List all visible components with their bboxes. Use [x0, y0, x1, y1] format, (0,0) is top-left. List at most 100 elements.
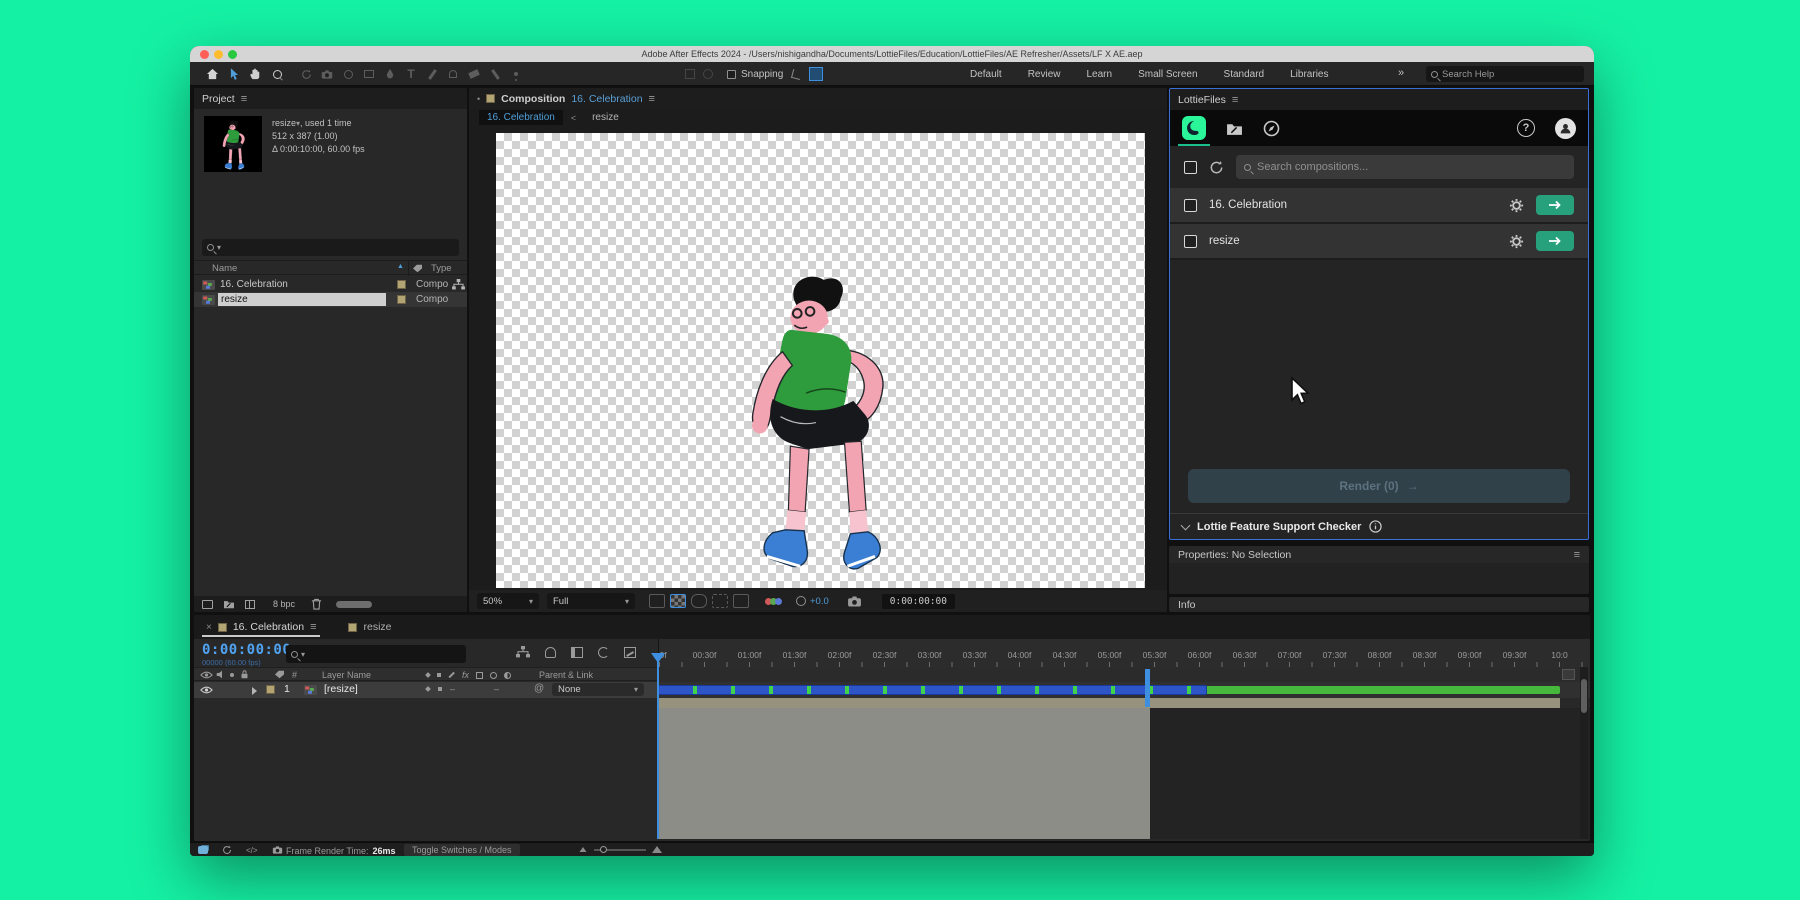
layer-shy-switch[interactable] [425, 686, 431, 692]
pen-tool-icon[interactable] [382, 66, 398, 82]
snap-grid-icon[interactable] [808, 66, 824, 82]
layer-eye-icon[interactable] [200, 686, 213, 694]
chevron-down-icon[interactable] [1181, 520, 1191, 530]
frame-blending-icon[interactable] [571, 647, 583, 658]
label-color-swatch[interactable] [397, 280, 406, 289]
work-area-end-handle[interactable] [1145, 669, 1150, 707]
panel-menu-icon[interactable]: ≡ [649, 93, 655, 105]
graph-editor-icon[interactable] [624, 647, 636, 658]
transparency-grid-icon[interactable] [670, 594, 686, 608]
zoom-tool-icon[interactable] [269, 66, 285, 82]
puppet-pin-tool-icon[interactable] [508, 66, 524, 82]
shape-tool-icon[interactable] [361, 66, 377, 82]
selected-layer-bar[interactable] [658, 685, 1207, 695]
rename-field[interactable]: resize [218, 293, 386, 306]
timeline-vertical-scrollbar[interactable] [1580, 667, 1588, 839]
audio-column-icon[interactable] [216, 670, 225, 679]
comp-marker-bin-button[interactable] [1562, 669, 1575, 680]
project-row-resize[interactable]: resize Compo [194, 292, 467, 307]
compositions-search-box[interactable] [1236, 155, 1574, 179]
workspace-item[interactable]: Small Screen [1138, 69, 1197, 80]
zoom-window-button[interactable] [228, 50, 237, 59]
feature-support-checker-row[interactable]: Lottie Feature Support Checker [1170, 513, 1588, 539]
region-of-interest-icon[interactable] [712, 594, 728, 608]
video-column-eye-icon[interactable] [200, 671, 213, 679]
channel-icon[interactable] [765, 598, 782, 605]
layer-fx-switch[interactable]: – [494, 684, 499, 694]
compositions-search-input[interactable] [1257, 161, 1566, 173]
mask-visibility-icon[interactable] [691, 594, 707, 608]
brush-tool-icon[interactable] [424, 66, 440, 82]
comp-checkbox[interactable] [1184, 199, 1197, 212]
comp-mini-flowchart-icon[interactable] [516, 646, 530, 658]
layer-duration-track[interactable] [658, 682, 1590, 698]
search-help-box[interactable] [1426, 66, 1584, 82]
info-icon[interactable] [1369, 520, 1382, 533]
project-sync-icon[interactable] [198, 846, 208, 854]
render-queue-icon[interactable] [222, 845, 232, 855]
workspace-item[interactable]: Learn [1086, 69, 1112, 80]
viewer-timecode[interactable]: 0:00:00:00 [882, 594, 955, 609]
search-help-input[interactable] [1442, 69, 1562, 80]
rotation-tool-icon[interactable] [298, 66, 314, 82]
help-icon[interactable]: ? [1517, 119, 1535, 137]
project-panel-tab[interactable]: Project [202, 93, 235, 105]
properties-header[interactable]: Properties: No Selection [1178, 549, 1291, 561]
footage-interpret-icon[interactable] [202, 600, 213, 609]
select-all-checkbox[interactable] [1184, 161, 1197, 174]
number-column-header[interactable]: # [292, 670, 297, 680]
expand-layer-arrow[interactable] [252, 687, 257, 695]
snap-angle-icon[interactable] [788, 66, 804, 82]
workspace-item[interactable]: Review [1028, 69, 1061, 80]
timeline-search-box[interactable]: ▾ [286, 645, 466, 663]
clone-stamp-tool-icon[interactable] [445, 66, 461, 82]
timeline-zoom-slider[interactable] [594, 846, 646, 853]
lottie-tab-compositions[interactable] [1182, 116, 1206, 140]
bit-depth-label[interactable]: 8 bpc [273, 599, 295, 609]
composition-panel-label[interactable]: Composition [501, 93, 565, 105]
type-tool-icon[interactable]: T [403, 66, 419, 82]
pan-behind-tool-icon[interactable] [340, 66, 356, 82]
panel-menu-icon[interactable]: ≡ [1232, 94, 1238, 106]
account-avatar[interactable] [1555, 118, 1576, 139]
roto-brush-tool-icon[interactable] [487, 66, 503, 82]
discover-compass-icon[interactable] [1263, 120, 1280, 137]
workspace-item[interactable]: Default [970, 69, 1002, 80]
panel-menu-icon[interactable]: ≡ [241, 93, 247, 105]
comp-export-arrow-button[interactable] [1536, 231, 1574, 251]
zoom-in-mountain-icon[interactable] [652, 846, 662, 853]
timeline-navigator-band[interactable] [658, 698, 1560, 708]
time-ruler[interactable]: :00f00:30f01:00f01:30f02:00f02:30f03:00f… [658, 639, 1590, 667]
home-tool-icon[interactable] [204, 66, 220, 82]
layer-name[interactable]: [resize] [324, 683, 358, 695]
selection-tool-icon[interactable] [226, 66, 242, 82]
horizontal-scrollbar[interactable] [336, 601, 372, 608]
toggle-switches-modes-button[interactable]: Toggle Switches / Modes [404, 844, 520, 856]
comp-checkbox[interactable] [1184, 235, 1197, 248]
pickwhip-icon[interactable]: @ [534, 683, 544, 694]
project-row-celebration[interactable]: 16. Celebration Compo [194, 277, 467, 292]
panel-menu-icon[interactable]: ≡ [1574, 549, 1580, 561]
work-area-band[interactable] [658, 667, 1590, 682]
minimize-window-button[interactable] [214, 50, 223, 59]
titlebar[interactable]: Adobe After Effects 2024 - /Users/nishig… [190, 46, 1594, 62]
lottiefiles-panel-tab[interactable]: LottieFiles [1178, 94, 1226, 106]
playhead-handle[interactable] [651, 653, 665, 663]
comp-export-arrow-button[interactable] [1536, 195, 1574, 215]
parent-link-column-header[interactable]: Parent & Link [539, 670, 593, 680]
workspace-item[interactable]: Libraries [1290, 69, 1328, 80]
zoom-out-mountain-icon[interactable] [580, 847, 587, 852]
close-tab-icon[interactable]: × [206, 622, 212, 633]
project-column-headers[interactable]: Name ▲ Type [194, 260, 467, 275]
lottie-comp-row[interactable]: resize [1170, 224, 1588, 260]
lock-column-icon[interactable] [240, 670, 249, 679]
timeline-tab-celebration[interactable]: × 16. Celebration ≡ [202, 615, 320, 639]
label-column-icon[interactable] [274, 670, 285, 679]
workspace-item[interactable]: Standard [1224, 69, 1265, 80]
timeline-tab-resize[interactable]: resize [344, 615, 395, 639]
layer-quality-switch[interactable]: – [450, 684, 455, 694]
current-timecode[interactable]: 0:00:00:00 [202, 642, 291, 658]
project-search-box[interactable]: ▾ [202, 239, 459, 256]
info-header[interactable]: Info [1178, 599, 1196, 611]
sort-asc-icon[interactable]: ▲ [397, 263, 404, 270]
